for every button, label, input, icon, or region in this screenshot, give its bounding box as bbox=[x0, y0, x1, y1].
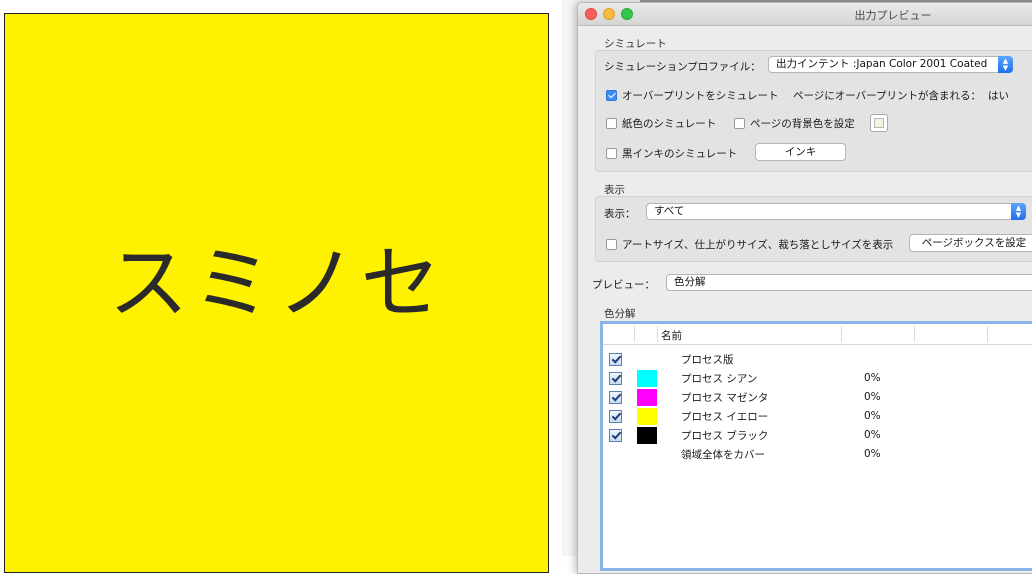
separation-row-black[interactable]: プロセス ブラック 0% bbox=[603, 426, 1032, 445]
separation-name: プロセス ブラック bbox=[681, 430, 769, 442]
show-art-trim-bleed-checkbox[interactable] bbox=[606, 239, 617, 250]
separation-visible-checkbox-icon[interactable] bbox=[609, 353, 622, 366]
separations-section-label: 色分解 bbox=[604, 308, 636, 320]
simulate-section-label: シミュレート bbox=[604, 38, 667, 50]
separation-row-yellow[interactable]: プロセス イエロー 0% bbox=[603, 407, 1032, 426]
separation-name: プロセス シアン bbox=[681, 373, 758, 385]
separation-percent: 0% bbox=[864, 391, 881, 403]
separation-visible-checkbox-icon[interactable] bbox=[609, 391, 622, 404]
simulation-profile-value: 出力インテント :Japan Color 2001 Coated bbox=[776, 58, 988, 70]
separation-row-total-area-coverage[interactable]: 領域全体をカバー 0% bbox=[603, 445, 1032, 464]
simulate-paper-color-checkbox[interactable] bbox=[606, 118, 617, 129]
separation-visible-checkbox-icon[interactable] bbox=[609, 429, 622, 442]
preview-label: プレビュー： bbox=[592, 279, 655, 291]
cyan-color-chip bbox=[637, 370, 657, 387]
separations-table[interactable]: 名前 プロセス版 プロセス シアン 0% プロセス マゼンタ 0% プロセス イ… bbox=[600, 321, 1032, 571]
column-divider bbox=[841, 326, 842, 342]
output-preview-dialog: 出力プレビュー シミュレート シミュレーションプロファイル： 出力インテント :… bbox=[577, 2, 1032, 574]
window-title: 出力プレビュー bbox=[854, 9, 932, 22]
overprint-contains-label: ページにオーバープリントが含まれる： bbox=[793, 90, 982, 102]
display-show-select[interactable]: すべて ▲ ▼ bbox=[646, 203, 1026, 220]
separations-table-header: 名前 bbox=[603, 324, 1032, 345]
select-stepper-icon: ▲ ▼ bbox=[998, 56, 1013, 73]
simulation-profile-select[interactable]: 出力インテント :Japan Color 2001 Coated ▲ ▼ bbox=[768, 56, 1013, 73]
display-show-label: 表示： bbox=[604, 208, 636, 220]
show-art-trim-bleed-label: アートサイズ、仕上がりサイズ、裁ち落としサイズを表示 bbox=[622, 239, 894, 251]
page-background-checkbox[interactable] bbox=[734, 118, 745, 129]
separation-name: 領域全体をカバー bbox=[681, 449, 765, 461]
simulate-overprint-checkbox[interactable] bbox=[606, 90, 617, 101]
column-divider bbox=[657, 326, 658, 342]
titlebar: 出力プレビュー bbox=[578, 3, 1032, 26]
background-color-swatch bbox=[874, 118, 884, 128]
preview-value: 色分解 bbox=[674, 276, 706, 288]
yellow-color-chip bbox=[637, 408, 657, 425]
separation-percent: 0% bbox=[864, 372, 881, 384]
separation-percent: 0% bbox=[864, 429, 881, 441]
column-divider bbox=[987, 326, 988, 342]
separation-row-cyan[interactable]: プロセス シアン 0% bbox=[603, 369, 1032, 388]
column-divider bbox=[634, 326, 635, 342]
magenta-color-chip bbox=[637, 389, 657, 406]
preview-select[interactable]: 色分解 bbox=[666, 274, 1032, 291]
simulate-paper-color-label: 紙色のシミュレート bbox=[622, 118, 717, 130]
separation-name: プロセス版 bbox=[681, 354, 734, 366]
simulate-black-ink-checkbox[interactable] bbox=[606, 148, 617, 159]
select-stepper-icon: ▲ ▼ bbox=[1011, 203, 1026, 220]
page-background-label: ページの背景色を設定 bbox=[750, 118, 855, 130]
black-color-chip bbox=[637, 427, 657, 444]
separation-name: プロセス マゼンタ bbox=[681, 392, 769, 404]
overprint-contains-value: はい bbox=[988, 90, 1009, 102]
separation-visible-checkbox-icon[interactable] bbox=[609, 410, 622, 423]
display-show-value: すべて bbox=[654, 205, 685, 217]
column-header-name[interactable]: 名前 bbox=[661, 328, 682, 343]
page-box-settings-button[interactable]: ページボックスを設定 bbox=[909, 234, 1032, 252]
column-divider bbox=[914, 326, 915, 342]
display-section-label: 表示 bbox=[604, 184, 625, 196]
separation-visible-checkbox-icon[interactable] bbox=[609, 372, 622, 385]
separation-percent: 0% bbox=[864, 410, 881, 422]
simulate-overprint-label: オーバープリントをシミュレート bbox=[622, 90, 779, 102]
simulation-profile-label: シミュレーションプロファイル： bbox=[604, 61, 761, 73]
separation-row-process-plates[interactable]: プロセス版 bbox=[603, 350, 1032, 369]
document-page: スミノセ bbox=[4, 13, 549, 573]
separation-percent: 0% bbox=[864, 448, 881, 460]
separation-row-magenta[interactable]: プロセス マゼンタ 0% bbox=[603, 388, 1032, 407]
simulate-black-ink-label: 黒インキのシミュレート bbox=[622, 148, 738, 160]
separation-name: プロセス イエロー bbox=[681, 411, 769, 423]
page-background-color-button[interactable] bbox=[870, 114, 888, 132]
document-text: スミノセ bbox=[108, 237, 445, 330]
ink-button[interactable]: インキ bbox=[755, 143, 846, 161]
